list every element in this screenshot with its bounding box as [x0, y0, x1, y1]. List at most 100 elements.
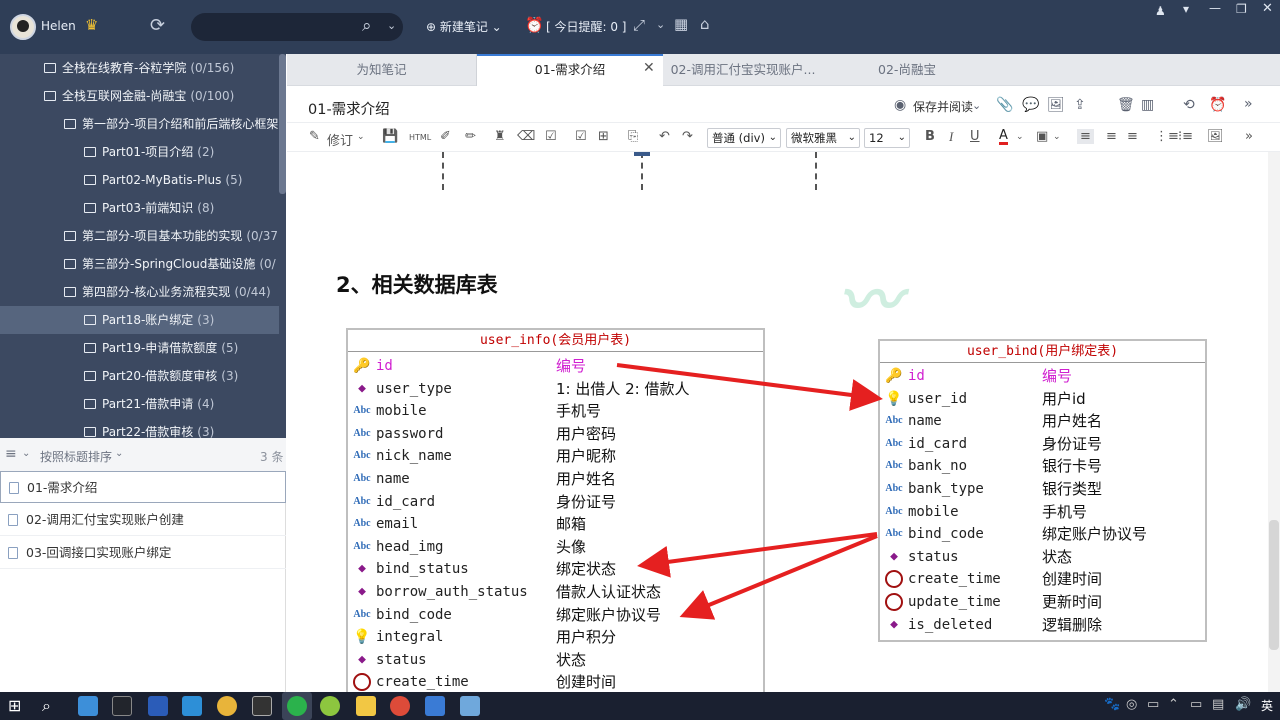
username[interactable]: Helen — [41, 19, 76, 33]
chrome-icon[interactable] — [217, 696, 237, 716]
image-icon[interactable]: 🖼 — [1047, 97, 1065, 113]
expand-icon[interactable]: ⤢ — [633, 16, 645, 34]
tree-item[interactable]: 第一部分-项目介绍和前后端核心框架 — [64, 110, 279, 138]
tree-item-selected[interactable]: Part18-账户绑定 (3) — [0, 306, 279, 334]
align-left-icon[interactable]: ≡ — [1077, 129, 1094, 144]
numbered-list-icon[interactable]: ⋮≡ — [1155, 129, 1179, 144]
list-item[interactable]: 02-调用汇付宝实现账户创建 — [0, 504, 286, 536]
chevron-down-icon[interactable]: ⌄ — [972, 99, 981, 112]
tab-note-2[interactable]: 02-调用汇付宝实现账户... — [663, 54, 823, 86]
tree-scrollbar[interactable] — [279, 54, 286, 194]
new-note-button[interactable]: ⊕ 新建笔记 ⌄ — [426, 18, 502, 35]
checkbox-icon[interactable]: ☑ — [575, 129, 587, 144]
avatar[interactable] — [10, 14, 36, 40]
skin-icon[interactable]: ♟ — [1155, 4, 1166, 18]
folder-icon[interactable] — [356, 696, 376, 716]
tab-wiz[interactable]: 为知笔记 — [287, 54, 477, 86]
chevron-down-icon[interactable]: ⌄ — [1016, 132, 1024, 142]
more-icon[interactable]: » — [1244, 96, 1253, 112]
delete-icon[interactable]: 🗑 — [1117, 97, 1135, 113]
notepad-icon[interactable] — [460, 696, 480, 716]
tree-item[interactable]: Part22-借款审核 (3) — [84, 418, 279, 438]
revise-button[interactable]: 修订 — [327, 130, 353, 149]
close-icon[interactable]: ✕ — [643, 60, 655, 76]
terminal-icon[interactable] — [252, 696, 272, 716]
html-button[interactable]: HTML — [409, 133, 431, 142]
vscode-icon[interactable] — [182, 696, 202, 716]
word-icon[interactable] — [148, 696, 168, 716]
close-icon[interactable]: ✕ — [1262, 1, 1273, 16]
highlight-color-icon[interactable]: ▣ — [1036, 129, 1048, 144]
volume-icon[interactable]: 🔊 — [1235, 697, 1251, 712]
font-size-select[interactable]: 12 ⌄ — [864, 128, 910, 148]
format-painter-icon[interactable]: ♜ — [494, 129, 506, 144]
list-item[interactable]: 03-回调接口实现账户绑定 — [0, 537, 286, 569]
save-and-read-button[interactable]: 保存并阅读 — [913, 98, 973, 115]
wechat-icon[interactable] — [287, 696, 307, 716]
tree-item[interactable]: 第四部分-核心业务流程实现 (0/44) — [64, 278, 279, 306]
undo-icon[interactable]: ↶ — [659, 129, 670, 144]
menu-icon[interactable]: ▾ — [1183, 2, 1189, 16]
sync-icon[interactable]: ⟳ — [150, 15, 165, 36]
revise-icon[interactable]: ✎ — [309, 129, 320, 144]
today-reminder[interactable]: [ 今日提醒: 0 ] — [546, 18, 627, 35]
font-family-select[interactable]: 微软雅黑 ⌄ — [786, 128, 860, 148]
app-icon[interactable] — [320, 696, 340, 716]
list-view-icon[interactable]: ≡ — [5, 446, 17, 462]
scrollbar-thumb[interactable] — [1269, 520, 1279, 650]
layout-icon[interactable]: ▥ — [1141, 97, 1154, 113]
align-center-icon[interactable]: ≡ — [1106, 129, 1117, 144]
tray-window-icon[interactable]: ▭ — [1147, 697, 1159, 712]
reminder-icon[interactable]: ⏰ — [1209, 97, 1226, 113]
tree-item[interactable]: Part02-MyBatis-Plus (5) — [84, 166, 279, 194]
eraser-icon[interactable]: ⌫ — [517, 129, 535, 144]
code-icon[interactable]: ⎘ — [628, 129, 638, 144]
align-right-icon[interactable]: ≡ — [1127, 129, 1138, 144]
chevron-down-icon[interactable]: ⌄ — [387, 19, 396, 32]
bold-icon[interactable]: B — [925, 129, 935, 144]
bullet-list-icon[interactable]: ⁝≡ — [1178, 129, 1193, 144]
alarm-icon[interactable]: ⏰ — [525, 16, 544, 34]
checkbox-edit-icon[interactable]: ☑ — [545, 129, 557, 144]
crown-icon[interactable]: ♛ — [85, 16, 98, 34]
intellij-icon[interactable] — [112, 696, 132, 716]
tree-item[interactable]: Part03-前端知识 (8) — [84, 194, 279, 222]
attachment-icon[interactable]: 📎 — [996, 97, 1013, 113]
tree-item[interactable]: 全栈在线教育-谷粒学院 (0/156) — [44, 54, 286, 82]
tree-item[interactable]: Part19-申请借款额度 (5) — [84, 334, 279, 362]
windows-start-icon[interactable]: ⊞ — [8, 696, 28, 716]
highlighter-icon[interactable]: ✏ — [465, 129, 476, 144]
ime-indicator[interactable]: 英 — [1261, 697, 1273, 714]
chevron-down-icon[interactable]: ⌄ — [115, 448, 123, 459]
list-item[interactable]: 01-需求介绍 — [0, 471, 286, 503]
table-icon[interactable]: ⊞ — [598, 129, 609, 144]
paragraph-format-select[interactable]: 普通 (div) ⌄ — [707, 128, 781, 148]
comment-icon[interactable]: 💬 — [1022, 97, 1039, 113]
network-icon[interactable]: ▤ — [1212, 697, 1224, 712]
chevron-down-icon[interactable]: ⌄ — [22, 448, 30, 459]
sync-note-icon[interactable]: ⟲ — [1183, 97, 1195, 113]
minimize-icon[interactable]: — — [1209, 1, 1221, 15]
share-icon[interactable]: ⇪ — [1074, 97, 1086, 113]
tab-note-1[interactable]: 01-需求介绍 — [477, 54, 663, 86]
pen-icon[interactable]: ✐ — [440, 129, 451, 144]
tree-item[interactable]: Part21-借款申请 (4) — [84, 390, 279, 418]
tree-item[interactable]: 全栈互联网金融-尚融宝 (0/100) — [44, 82, 286, 110]
more-icon[interactable]: » — [1245, 129, 1253, 144]
home-icon[interactable]: ⌂ — [700, 15, 710, 33]
tray-app-icon[interactable]: 🐾 — [1104, 697, 1120, 712]
search-icon[interactable]: ⌕ — [42, 696, 62, 716]
font-color-icon[interactable]: A — [999, 129, 1008, 145]
app-icon[interactable] — [78, 696, 98, 716]
tree-item[interactable]: 第二部分-项目基本功能的实现 (0/37 — [64, 222, 279, 250]
italic-icon[interactable]: I — [949, 129, 953, 145]
insert-image-icon[interactable]: 🖼 — [1207, 129, 1224, 144]
grid-icon[interactable]: ▦ — [674, 15, 688, 33]
tree-item[interactable]: Part20-借款额度审核 (3) — [84, 362, 279, 390]
word-icon[interactable] — [425, 696, 445, 716]
chevron-down-icon[interactable]: ⌄ — [1053, 132, 1061, 142]
restore-icon[interactable]: ❐ — [1236, 2, 1247, 16]
underline-icon[interactable]: U — [970, 129, 980, 144]
chrome-icon[interactable] — [390, 696, 410, 716]
search-icon[interactable]: ⌕ — [362, 16, 372, 36]
